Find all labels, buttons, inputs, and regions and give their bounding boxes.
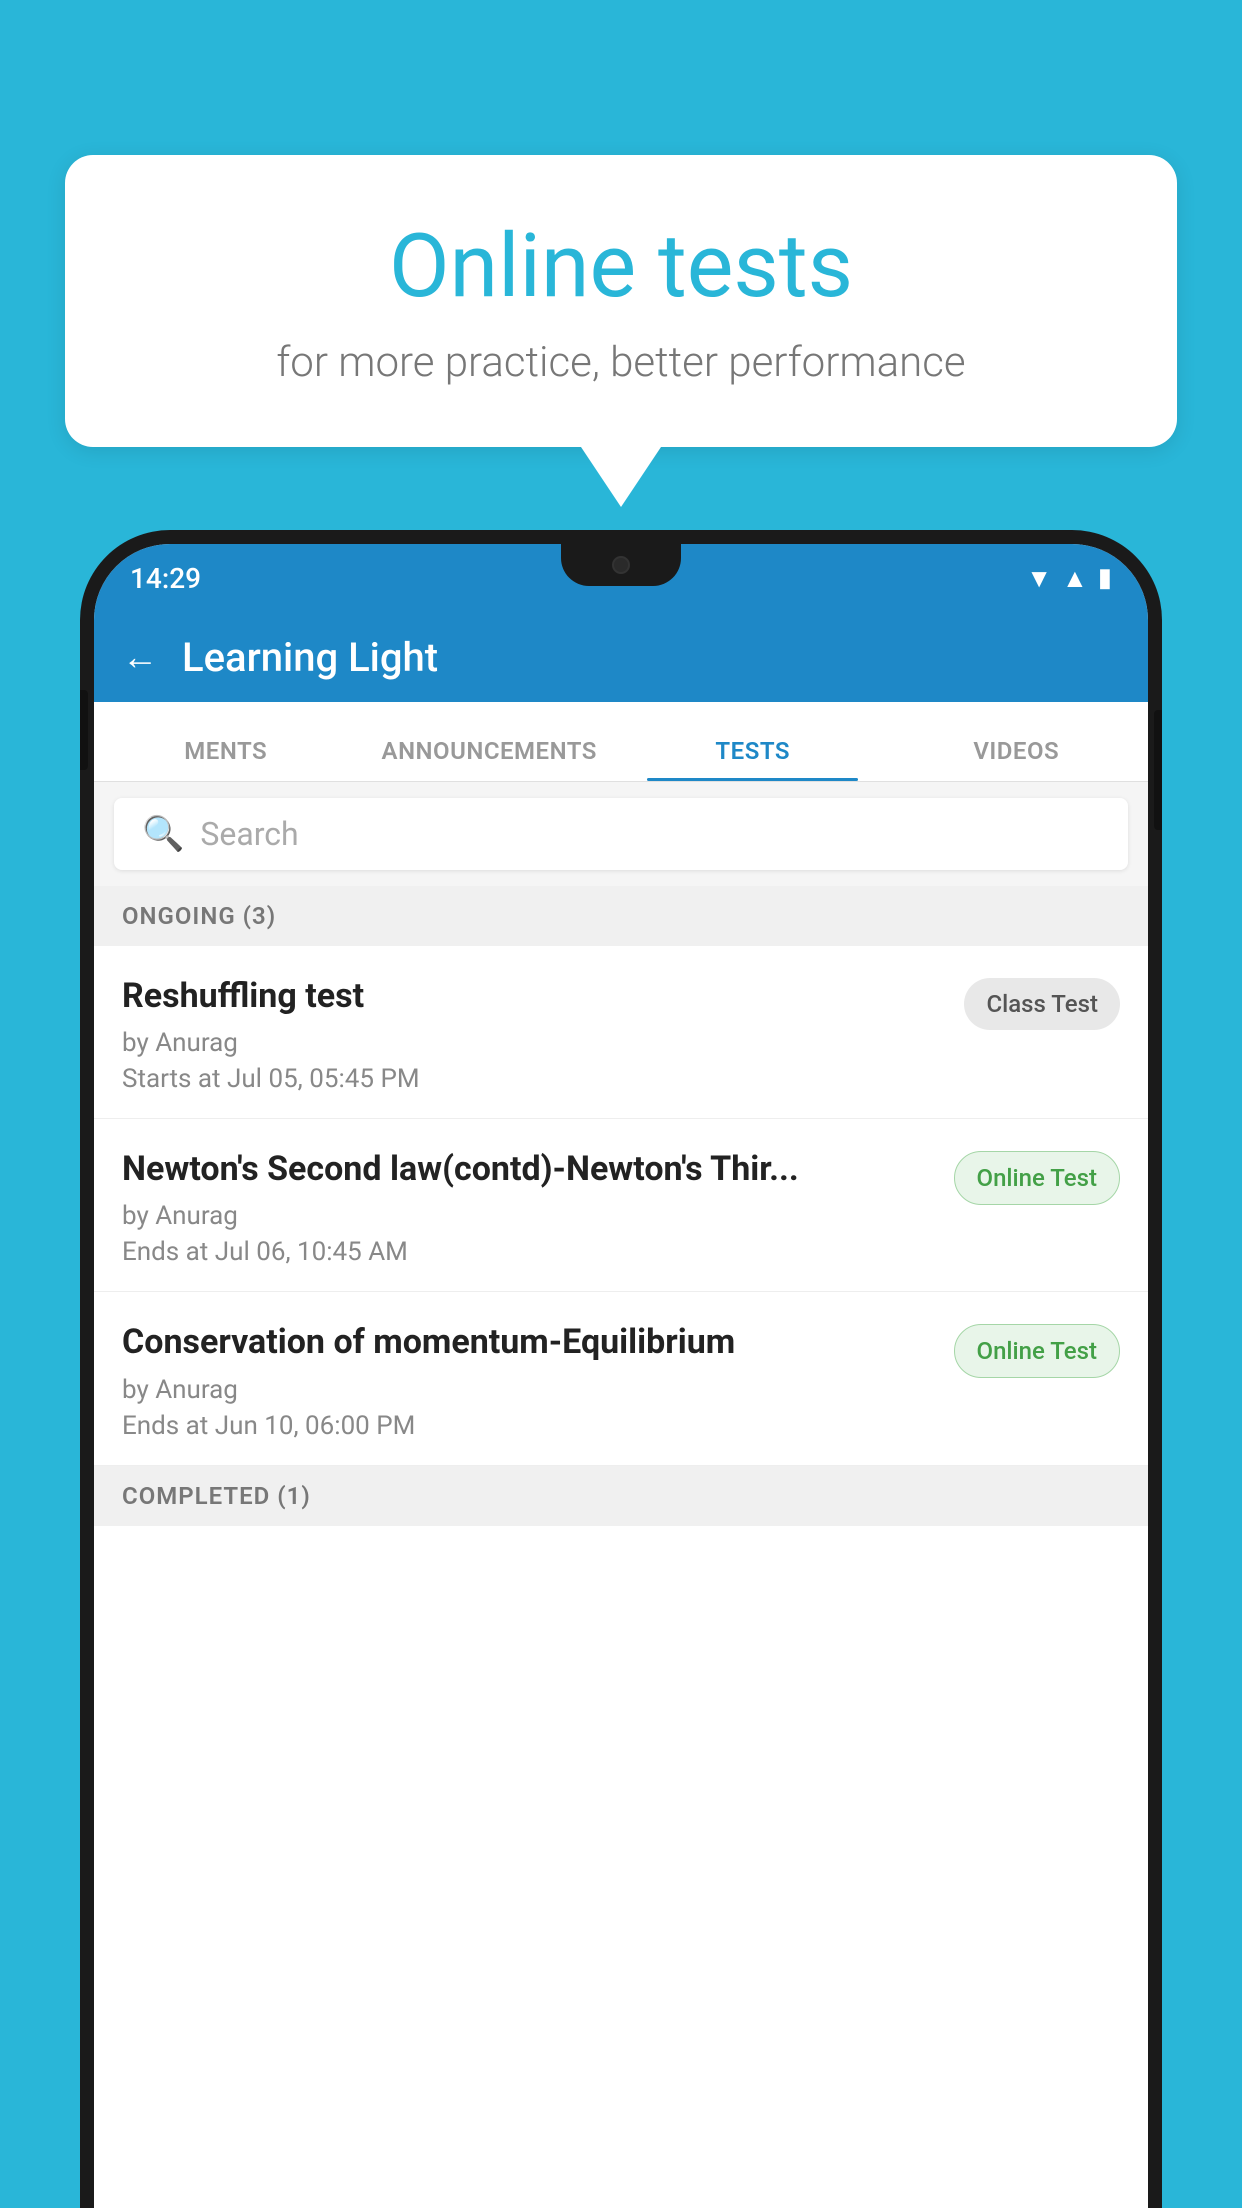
bubble-title: Online tests xyxy=(135,215,1107,318)
search-icon: 🔍 xyxy=(142,814,184,854)
test-by-conservation: by Anurag xyxy=(122,1375,934,1405)
test-badge-conservation: Online Test xyxy=(954,1324,1120,1378)
app-title: Learning Light xyxy=(182,634,438,681)
search-box[interactable]: 🔍 Search xyxy=(114,798,1128,870)
wifi-icon: ▼ xyxy=(1026,563,1052,594)
battery-icon: ▮ xyxy=(1098,563,1112,593)
test-badge-newton: Online Test xyxy=(954,1151,1120,1205)
phone-notch xyxy=(561,544,681,586)
test-title-conservation: Conservation of momentum-Equilibrium xyxy=(122,1320,934,1364)
power-button xyxy=(1154,710,1162,830)
test-info-newton: Newton's Second law(contd)-Newton's Thir… xyxy=(122,1147,954,1267)
test-item-conservation[interactable]: Conservation of momentum-Equilibrium by … xyxy=(94,1292,1148,1465)
test-item-reshuffling[interactable]: Reshuffling test by Anurag Starts at Jul… xyxy=(94,946,1148,1119)
volume-button xyxy=(80,690,88,770)
signal-icon: ▲ xyxy=(1062,563,1088,594)
test-by-newton: by Anurag xyxy=(122,1201,934,1231)
test-title-reshuffling: Reshuffling test xyxy=(122,974,944,1018)
test-info-reshuffling: Reshuffling test by Anurag Starts at Jul… xyxy=(122,974,964,1094)
front-camera xyxy=(612,556,630,574)
speech-bubble: Online tests for more practice, better p… xyxy=(65,155,1177,447)
search-placeholder: Search xyxy=(200,815,298,853)
test-date-reshuffling: Starts at Jul 05, 05:45 PM xyxy=(122,1064,944,1094)
status-icons: ▼ ▲ ▮ xyxy=(1026,563,1112,594)
search-container: 🔍 Search xyxy=(94,782,1148,886)
app-header: ← Learning Light xyxy=(94,612,1148,702)
tab-videos[interactable]: VIDEOS xyxy=(885,737,1149,781)
speech-bubble-arrow xyxy=(581,447,661,507)
tab-tests[interactable]: TESTS xyxy=(621,737,885,781)
tab-announcements[interactable]: ANNOUNCEMENTS xyxy=(358,737,622,781)
status-time: 14:29 xyxy=(130,562,201,595)
test-info-conservation: Conservation of momentum-Equilibrium by … xyxy=(122,1320,954,1440)
test-date-newton: Ends at Jul 06, 10:45 AM xyxy=(122,1237,934,1267)
phone-screen: 14:29 ▼ ▲ ▮ ← Learning Light MENTS ANNOU… xyxy=(94,544,1148,2208)
test-item-newton[interactable]: Newton's Second law(contd)-Newton's Thir… xyxy=(94,1119,1148,1292)
test-date-conservation: Ends at Jun 10, 06:00 PM xyxy=(122,1411,934,1441)
speech-bubble-container: Online tests for more practice, better p… xyxy=(65,155,1177,507)
back-button[interactable]: ← xyxy=(122,636,158,678)
tabs-bar: MENTS ANNOUNCEMENTS TESTS VIDEOS xyxy=(94,702,1148,782)
section-header-completed: COMPLETED (1) xyxy=(94,1466,1148,1526)
test-by-reshuffling: by Anurag xyxy=(122,1028,944,1058)
test-badge-reshuffling: Class Test xyxy=(964,978,1120,1030)
phone-frame: 14:29 ▼ ▲ ▮ ← Learning Light MENTS ANNOU… xyxy=(80,530,1162,2208)
tab-ments[interactable]: MENTS xyxy=(94,737,358,781)
bubble-subtitle: for more practice, better performance xyxy=(135,338,1107,387)
test-title-newton: Newton's Second law(contd)-Newton's Thir… xyxy=(122,1147,934,1191)
section-header-ongoing: ONGOING (3) xyxy=(94,886,1148,946)
